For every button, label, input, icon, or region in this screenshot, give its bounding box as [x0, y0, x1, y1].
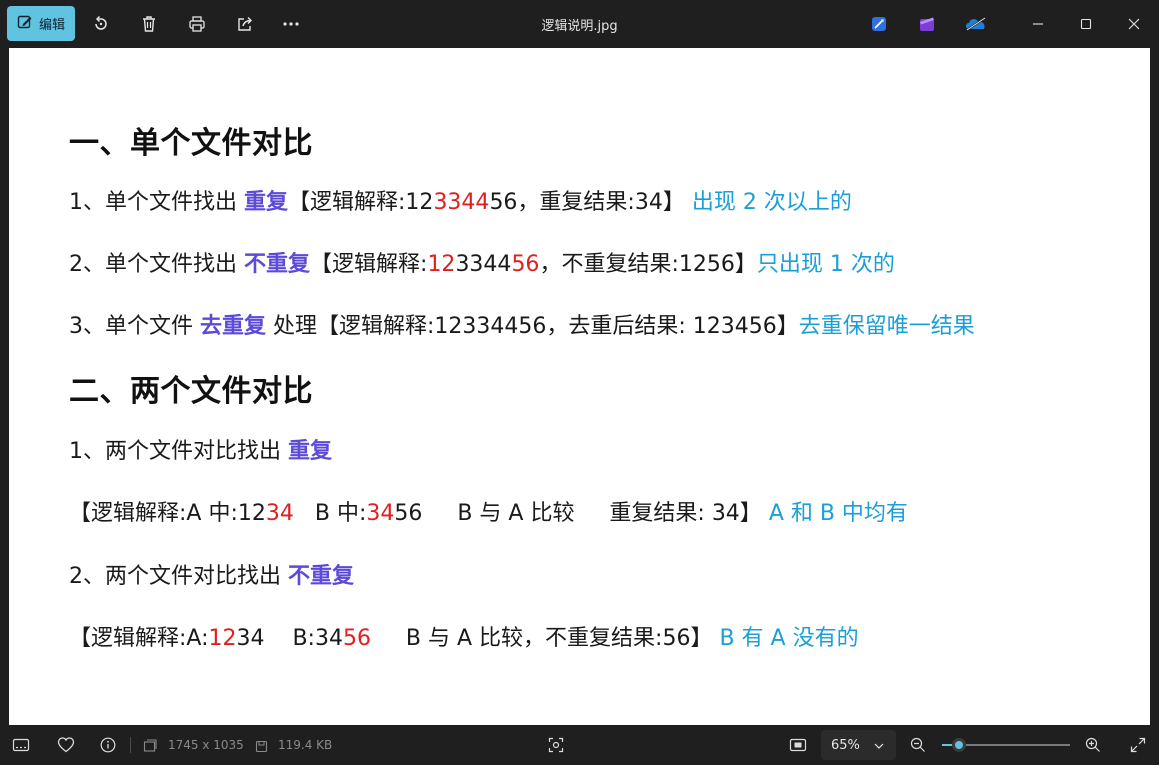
image-canvas[interactable]: 一、单个文件对比 1、单个文件找出 重复【逻辑解释:12334456，重复结果:… [9, 48, 1150, 725]
text: 56，重复结果:34】 [489, 190, 692, 215]
text: 2、单个文件找出 [69, 252, 244, 277]
note: A 和 B 中均有 [768, 501, 908, 526]
section-2-heading: 二、两个文件对比 [69, 374, 313, 409]
delete-icon[interactable] [137, 12, 161, 36]
edit-button[interactable]: 编辑 [7, 6, 75, 41]
section-1-heading: 一、单个文件对比 [69, 126, 313, 161]
file-size: 119.4 KB [278, 738, 333, 752]
zoom-out-icon[interactable] [907, 734, 929, 756]
chevron-down-icon [874, 738, 884, 753]
title-bar: 编辑 逻辑说明.jpg [0, 0, 1159, 48]
text: 【逻辑解释:A: [69, 626, 209, 651]
text: 1、两个文件对比找出 [69, 439, 288, 464]
highlight: 3344 [433, 190, 490, 215]
note: 去重保留唯一结果 [798, 314, 975, 339]
dimensions-icon [141, 735, 159, 757]
text: 【逻辑解释:12 [288, 190, 434, 215]
section-2-line-1: 1、两个文件对比找出 重复 [69, 433, 332, 465]
highlight: 34 [265, 501, 294, 526]
image-dimensions: 1745 x 1035 [168, 738, 244, 752]
text: ，不重复结果:1256】 [539, 252, 757, 277]
filmstrip-icon[interactable] [10, 734, 32, 756]
keyword: 去重复 [200, 314, 267, 339]
section-2-line-2: 【逻辑解释:A 中:1234 B 中:3456 B 与 A 比较 重复结果: 3… [69, 495, 908, 527]
text: 34 B:34 [236, 626, 343, 651]
more-icon[interactable] [279, 12, 303, 36]
keyword: 重复 [288, 439, 333, 464]
close-icon[interactable] [1120, 10, 1148, 38]
clipchamp-icon[interactable] [915, 12, 939, 36]
status-bar: 1745 x 1035 119.4 KB 65% [0, 725, 1159, 765]
keyword: 重复 [244, 190, 289, 215]
text: 3344 [455, 252, 512, 277]
favorite-icon[interactable] [55, 734, 77, 756]
edit-button-label: 编辑 [39, 18, 66, 33]
section-1-line-1: 1、单个文件找出 重复【逻辑解释:12334456，重复结果:34】 出现 2 … [69, 184, 852, 216]
highlight: 12 [208, 626, 237, 651]
text: 1、单个文件找出 [69, 190, 244, 215]
text: 3、单个文件 [69, 314, 200, 339]
zoom-level-dropdown[interactable]: 65% [821, 730, 896, 760]
text: 处理【逻辑解释:12334456，去重后结果: 123456】 [266, 314, 799, 339]
edit-icon [17, 14, 33, 34]
text: B 中: [293, 501, 367, 526]
section-1-line-3: 3、单个文件 去重复 处理【逻辑解释:12334456，去重后结果: 12345… [69, 308, 975, 340]
text: 56 B 与 A 比较 重复结果: 34】 [394, 501, 769, 526]
print-icon[interactable] [185, 12, 209, 36]
divider [130, 737, 131, 753]
highlight: 56 [511, 252, 540, 277]
onedrive-icon[interactable] [963, 12, 989, 36]
fullscreen-icon[interactable] [1127, 734, 1149, 756]
keyword: 不重复 [288, 564, 355, 589]
fit-icon[interactable] [787, 734, 809, 756]
text: B 与 A 比较，不重复结果:56】 [370, 626, 720, 651]
highlight: 56 [342, 626, 371, 651]
designer-icon[interactable] [867, 12, 891, 36]
section-2-line-4: 【逻辑解释:A:1234 B:3456 B 与 A 比较，不重复结果:56】 B… [69, 620, 859, 652]
filesize-icon [252, 735, 270, 757]
share-icon[interactable] [233, 12, 257, 36]
section-2-line-3: 2、两个文件对比找出 不重复 [69, 558, 354, 590]
highlight: 12 [427, 252, 456, 277]
maximize-icon[interactable] [1072, 10, 1100, 38]
keyword: 不重复 [244, 252, 311, 277]
text: 【逻辑解释: [310, 252, 428, 277]
visual-search-icon[interactable] [545, 734, 567, 756]
note: 出现 2 次以上的 [691, 190, 852, 215]
minimize-icon[interactable] [1024, 10, 1052, 38]
zoom-in-icon[interactable] [1082, 734, 1104, 756]
zoom-slider-thumb[interactable] [951, 738, 966, 752]
text: 【逻辑解释:A 中:12 [69, 501, 266, 526]
note: 只出现 1 次的 [756, 252, 895, 277]
note: B 有 A 没有的 [719, 626, 859, 651]
rotate-icon[interactable] [89, 12, 113, 36]
text: 2、两个文件对比找出 [69, 564, 288, 589]
info-icon[interactable] [97, 734, 119, 756]
highlight: 34 [366, 501, 395, 526]
zoom-level: 65% [831, 737, 860, 753]
section-1-line-2: 2、单个文件找出 不重复【逻辑解释:12334456，不重复结果:1256】只出… [69, 246, 895, 278]
